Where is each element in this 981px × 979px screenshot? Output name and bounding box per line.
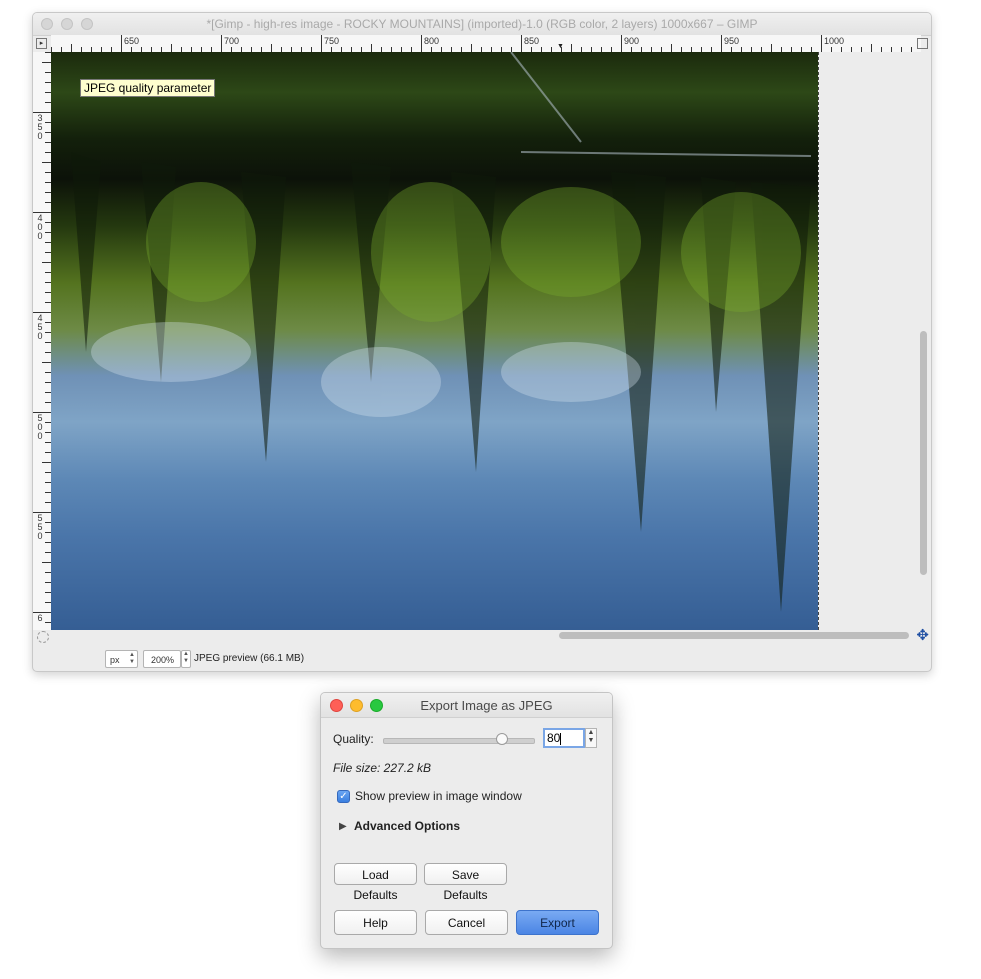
gimp-image-window: *[Gimp - high-res image - ROCKY MOUNTAIN… xyxy=(32,12,932,672)
ruler-label: 750 xyxy=(324,36,340,46)
spin-arrows-icon: ▲ ▼ xyxy=(129,652,135,665)
horizontal-scrollbar[interactable] xyxy=(559,632,909,639)
tree-reflections xyxy=(71,52,812,612)
unit-select[interactable]: px ▲ ▼ xyxy=(105,650,138,668)
unit-value: px xyxy=(110,655,120,665)
ruler-label: 950 xyxy=(724,36,740,46)
quick-mask-icon[interactable] xyxy=(37,631,49,643)
quality-input[interactable]: 80 xyxy=(543,728,585,748)
statusbar: px ▲ ▼ 200% ▲ ▼ JPEG preview (66.1 MB) xyxy=(33,643,931,671)
ruler-ticks xyxy=(51,35,912,52)
zoom-image-icon[interactable] xyxy=(917,38,928,49)
navigate-icon[interactable]: ✥ xyxy=(916,628,929,643)
quality-slider-thumb[interactable] xyxy=(496,733,508,745)
export-button[interactable]: Export xyxy=(516,910,599,935)
image-window-title: *[Gimp - high-res image - ROCKY MOUNTAIN… xyxy=(206,17,758,31)
export-jpeg-dialog: Export Image as JPEG Quality: 80 ▲ ▼ File… xyxy=(320,692,613,949)
quality-label: Quality: xyxy=(333,732,374,746)
quality-value: 80 xyxy=(547,731,561,745)
quality-spin-button[interactable]: ▲ ▼ xyxy=(585,728,597,748)
ruler-label: 400 xyxy=(37,213,43,241)
zoom-input[interactable]: 200% xyxy=(143,650,181,668)
cancel-button[interactable]: Cancel xyxy=(425,910,508,935)
vertical-scrollbar[interactable] xyxy=(920,331,927,575)
load-defaults-button[interactable]: Load Defaults xyxy=(334,863,417,902)
expander-arrow-icon[interactable]: ▶ xyxy=(339,821,347,832)
horizontal-ruler[interactable]: 650 700 750 800 850 900 950 1000 ▼ xyxy=(51,35,921,53)
file-size-label: File size: 227.2 kB xyxy=(333,761,432,775)
ruler-label: 6 xyxy=(37,613,43,623)
ruler-label: 550 xyxy=(37,513,43,541)
quality-slider[interactable] xyxy=(383,738,535,744)
tooltip: JPEG quality parameter xyxy=(80,79,216,97)
status-message: JPEG preview (66.1 MB) xyxy=(194,653,305,664)
menu-arrow-icon[interactable]: ▸ xyxy=(36,38,47,49)
image-boundary xyxy=(818,52,820,630)
vertical-ruler[interactable]: 350 400 450 500 550 6 xyxy=(33,52,52,630)
zoom-spin-button[interactable]: ▲ ▼ xyxy=(181,650,191,668)
ruler-label: 700 xyxy=(224,36,240,46)
save-defaults-button[interactable]: Save Defaults xyxy=(424,863,507,902)
ruler-label: 350 xyxy=(37,113,43,141)
dialog-title: Export Image as JPEG xyxy=(420,698,553,713)
lake-reflection-photo[interactable] xyxy=(51,52,818,630)
ruler-label: 500 xyxy=(37,413,43,441)
show-preview-label[interactable]: Show preview in image window xyxy=(355,789,522,803)
ruler-label: 1000 xyxy=(824,36,845,46)
ruler-label: 450 xyxy=(37,313,43,341)
pointer-marker-icon: ▼ xyxy=(557,43,564,50)
text-cursor xyxy=(560,732,562,745)
image-canvas[interactable] xyxy=(51,52,921,630)
advanced-options-expander[interactable]: Advanced Options xyxy=(354,819,460,833)
help-button[interactable]: Help xyxy=(334,910,417,935)
ruler-label: 800 xyxy=(424,36,440,46)
ruler-label: 850 xyxy=(524,36,540,46)
image-window-titlebar[interactable]: *[Gimp - high-res image - ROCKY MOUNTAIN… xyxy=(33,13,931,36)
show-preview-checkbox[interactable]: ✓ xyxy=(337,790,350,803)
ruler-label: 900 xyxy=(624,36,640,46)
dialog-titlebar[interactable]: Export Image as JPEG xyxy=(321,693,612,718)
ruler-label: 650 xyxy=(124,36,140,46)
